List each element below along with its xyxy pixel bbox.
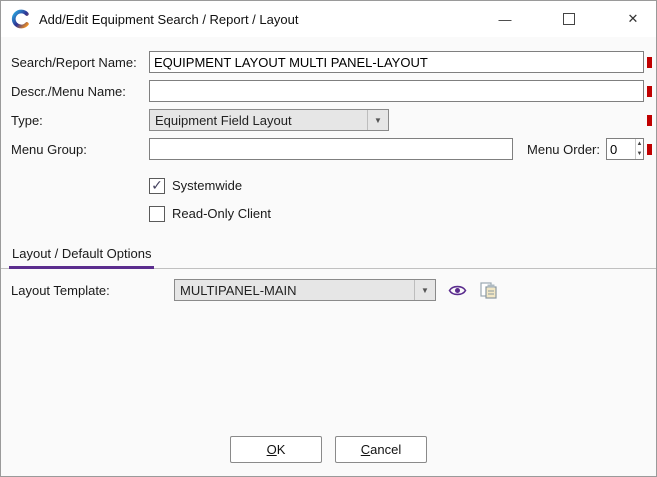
read-only-client-label: Read-Only Client bbox=[172, 206, 271, 221]
read-only-client-row: ✓ Read-Only Client bbox=[149, 203, 652, 224]
required-indicator bbox=[647, 57, 652, 68]
search-report-name-input[interactable] bbox=[149, 51, 644, 73]
titlebar: Add/Edit Equipment Search / Report / Lay… bbox=[1, 1, 656, 37]
ok-button[interactable]: OK bbox=[230, 436, 322, 463]
window-title: Add/Edit Equipment Search / Report / Lay… bbox=[39, 12, 298, 27]
search-report-name-label: Search/Report Name: bbox=[11, 55, 149, 70]
systemwide-checkbox[interactable]: ✓ bbox=[149, 178, 165, 194]
maximize-button[interactable] bbox=[546, 1, 592, 37]
preview-button[interactable] bbox=[448, 283, 467, 298]
descr-menu-name-input[interactable] bbox=[149, 80, 644, 102]
systemwide-row: ✓ Systemwide bbox=[149, 175, 652, 196]
clipboard-copy-icon bbox=[479, 281, 498, 300]
app-logo-icon bbox=[11, 9, 31, 29]
layout-template-value: MULTIPANEL-MAIN bbox=[175, 283, 414, 298]
systemwide-label: Systemwide bbox=[172, 178, 242, 193]
required-indicator bbox=[647, 86, 652, 97]
form-area: Search/Report Name: Descr./Menu Name: Ty… bbox=[1, 37, 656, 224]
maximize-icon bbox=[563, 13, 575, 25]
type-row: Type: Equipment Field Layout ▼ bbox=[11, 109, 652, 131]
type-dropdown[interactable]: Equipment Field Layout ▼ bbox=[149, 109, 389, 131]
spin-up-icon[interactable]: ▲ bbox=[636, 139, 643, 149]
layout-template-dropdown[interactable]: MULTIPANEL-MAIN ▼ bbox=[174, 279, 436, 301]
menu-group-input[interactable] bbox=[149, 138, 513, 160]
tab-strip: Layout / Default Options bbox=[1, 240, 656, 269]
required-indicator bbox=[647, 115, 652, 126]
type-dropdown-value: Equipment Field Layout bbox=[150, 113, 367, 128]
type-label: Type: bbox=[11, 113, 149, 128]
layout-template-label: Layout Template: bbox=[11, 283, 174, 298]
layout-template-row: Layout Template: MULTIPANEL-MAIN ▼ bbox=[11, 279, 652, 301]
minimize-button[interactable]: — bbox=[482, 1, 528, 37]
menu-order-label: Menu Order: bbox=[527, 142, 600, 157]
eye-icon bbox=[448, 283, 467, 298]
read-only-client-checkbox[interactable]: ✓ bbox=[149, 206, 165, 222]
required-indicator bbox=[647, 144, 652, 155]
menu-order-stepper[interactable]: ▲ ▼ bbox=[606, 138, 644, 160]
button-bar: OK Cancel bbox=[1, 436, 656, 463]
chevron-down-icon: ▼ bbox=[367, 110, 388, 130]
menu-order-input[interactable] bbox=[607, 139, 635, 159]
descr-menu-name-row: Descr./Menu Name: bbox=[11, 80, 652, 102]
close-button[interactable]: ✕ bbox=[610, 1, 656, 37]
spin-down-icon[interactable]: ▼ bbox=[636, 149, 643, 159]
copy-layout-button[interactable] bbox=[479, 281, 498, 300]
menu-group-row: Menu Group: Menu Order: ▲ ▼ bbox=[11, 138, 652, 160]
cancel-button[interactable]: Cancel bbox=[335, 436, 427, 463]
chevron-down-icon: ▼ bbox=[414, 280, 435, 300]
tab-layout-default-options[interactable]: Layout / Default Options bbox=[9, 240, 154, 269]
menu-group-label: Menu Group: bbox=[11, 142, 149, 157]
descr-menu-name-label: Descr./Menu Name: bbox=[11, 84, 149, 99]
layout-options-panel: Layout Template: MULTIPANEL-MAIN ▼ bbox=[1, 269, 656, 447]
search-report-name-row: Search/Report Name: bbox=[11, 51, 652, 73]
